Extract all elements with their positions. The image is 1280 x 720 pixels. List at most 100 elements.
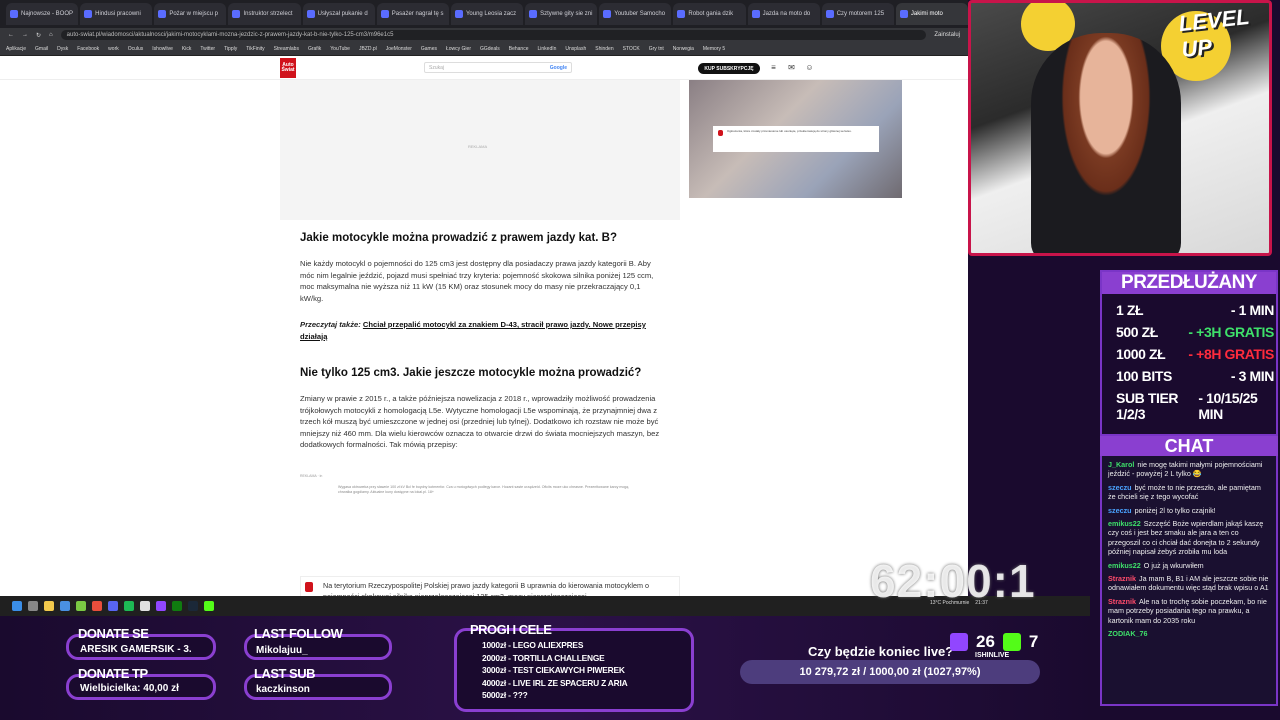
bookmark-item[interactable]: Dysk bbox=[57, 46, 68, 52]
chat-message: J_Karol nie mogę takimi małymi pojemności… bbox=[1108, 460, 1270, 479]
bookmark-item[interactable]: STOCK bbox=[623, 46, 640, 52]
bookmark-item[interactable]: Facebook bbox=[77, 46, 99, 52]
bookmark-item[interactable]: Streamlabs bbox=[274, 46, 299, 52]
bookmark-item[interactable]: Unsplash bbox=[565, 46, 586, 52]
bookmark-item[interactable]: Grafik bbox=[308, 46, 321, 52]
video-note: Ogłoszenia, które zostały przeniesione l… bbox=[713, 126, 879, 152]
chat-username[interactable]: szeczu bbox=[1108, 483, 1132, 492]
bookmark-item[interactable]: Aplikacje bbox=[6, 46, 26, 52]
user-icon[interactable]: ☺ bbox=[805, 63, 814, 72]
subscribe-button[interactable]: KUP SUBSKRYPCJĘ bbox=[698, 63, 760, 74]
chat-message: ZODIAK_76 bbox=[1108, 629, 1270, 638]
channel-name: ISHINLIVE bbox=[975, 652, 1010, 659]
search-icon[interactable] bbox=[28, 601, 38, 611]
chat-username[interactable]: Straznik bbox=[1108, 597, 1136, 606]
browser-tab[interactable]: Pasażer nagrał tę s bbox=[376, 3, 449, 25]
tab-title: Pożar w miejscu p bbox=[169, 11, 218, 17]
app-icon[interactable] bbox=[60, 601, 70, 611]
app-icon[interactable] bbox=[92, 601, 102, 611]
read-also: Przeczytaj także: Chciał przepalić motoc… bbox=[300, 319, 660, 342]
browser-tab[interactable]: Jazda na moto do bbox=[747, 3, 820, 25]
read-also-label: Przeczytaj także: bbox=[300, 320, 361, 329]
app-icon[interactable] bbox=[76, 601, 86, 611]
search-input[interactable]: Szukaj Google bbox=[424, 62, 572, 73]
browser-tab[interactable]: Hindusi pracowni bbox=[80, 3, 153, 25]
browser-tab[interactable]: Robot gania dzik bbox=[673, 3, 746, 25]
browser-tab[interactable]: Najnowsze - BOOP bbox=[6, 3, 79, 25]
bookmark-item[interactable]: Oculus bbox=[128, 46, 144, 52]
tab-title: Jazda na moto do bbox=[762, 11, 811, 17]
bookmark-item[interactable]: Kick bbox=[182, 46, 191, 52]
reload-icon[interactable]: ↻ bbox=[36, 32, 41, 39]
kick-icon[interactable] bbox=[204, 601, 214, 611]
bookmark-item[interactable]: TikFinity bbox=[246, 46, 264, 52]
chat-username[interactable]: Straznik bbox=[1108, 574, 1136, 583]
bookmark-item[interactable]: Łowcy Gier bbox=[446, 46, 471, 52]
bookmark-item[interactable]: Memory 5 bbox=[703, 46, 725, 52]
goals-title: PROGI I CELE bbox=[470, 622, 552, 637]
tab-favicon-icon bbox=[306, 10, 315, 18]
chat-username[interactable]: emikus22 bbox=[1108, 561, 1141, 570]
back-icon[interactable]: ← bbox=[8, 32, 14, 38]
chat-username[interactable]: szeczu bbox=[1108, 506, 1132, 515]
forward-icon[interactable]: → bbox=[22, 32, 28, 38]
bookmark-item[interactable]: Norwegia bbox=[673, 46, 694, 52]
bookmark-item[interactable]: Shinden bbox=[595, 46, 613, 52]
bookmark-item[interactable]: Behance bbox=[509, 46, 529, 52]
article-heading-1: Jakie motocykle można prowadzić z prawem… bbox=[300, 232, 617, 244]
mail-icon[interactable]: ✉ bbox=[787, 63, 796, 72]
video-thumbnail[interactable]: Ogłoszenia, które zostały przeniesione l… bbox=[689, 80, 902, 198]
bookmark-item[interactable]: Games bbox=[421, 46, 437, 52]
chat-message: Straznik Ale na to trochę sobie poczekam,… bbox=[1108, 597, 1270, 625]
bookmark-item[interactable]: Ishowlive bbox=[152, 46, 173, 52]
bookmark-item[interactable]: Gry tnt bbox=[649, 46, 664, 52]
menu-icon[interactable]: ≡ bbox=[769, 63, 778, 72]
tab-favicon-icon bbox=[84, 10, 93, 18]
goal-item: 2000zł - TORTILLA CHALLENGE bbox=[482, 652, 605, 663]
install-button[interactable]: Zainstaluj bbox=[934, 32, 960, 38]
bookmark-item[interactable]: work bbox=[108, 46, 119, 52]
browser-tab[interactable]: Jakimi moto bbox=[895, 3, 969, 25]
bookmark-item[interactable]: GGdeals bbox=[480, 46, 500, 52]
bookmark-item[interactable]: JBZD.pl bbox=[359, 46, 377, 52]
site-logo[interactable]: Auto Świat bbox=[280, 58, 296, 78]
goal-item: 1000zł - LEGO ALIEXPRES bbox=[482, 640, 584, 650]
bookmark-item[interactable]: LinkedIn bbox=[537, 46, 556, 52]
goal-item: 4000zł - LIVE IRL ZE SPACERU Z ARIA bbox=[482, 677, 628, 688]
twitch-icon bbox=[950, 633, 968, 651]
pricing-key: 1 ZŁ bbox=[1116, 302, 1144, 318]
inline-ad-caption: Wygasa oktroweka przy sławnie 100 zł kV … bbox=[338, 485, 629, 494]
browser-tab[interactable]: Young Leosia zacz bbox=[450, 3, 524, 25]
chrome-icon[interactable] bbox=[140, 601, 150, 611]
browser-tab[interactable]: Usłyszał pukanie d bbox=[302, 3, 375, 25]
windows-start-icon[interactable] bbox=[12, 601, 22, 611]
browser-tab[interactable]: Pożar w miejscu p bbox=[154, 3, 227, 25]
url-field[interactable]: auto-swiat.pl/wiadomosci/aktualnosci/jak… bbox=[60, 30, 927, 40]
home-icon[interactable]: ⌂ bbox=[49, 32, 53, 38]
chat-username[interactable]: ZODIAK_76 bbox=[1108, 629, 1148, 638]
chat-username[interactable]: emikus22 bbox=[1108, 519, 1141, 528]
steam-icon[interactable] bbox=[188, 601, 198, 611]
pricing-row: SUB TIER 1/2/3 - 10/15/25 MIN bbox=[1116, 390, 1274, 422]
chat-username[interactable]: J_Karol bbox=[1108, 460, 1134, 469]
chat-message: szeczu być może to nie przeszło, ale pami… bbox=[1108, 483, 1270, 502]
twitch-icon[interactable] bbox=[156, 601, 166, 611]
explorer-icon[interactable] bbox=[44, 601, 54, 611]
browser-tab[interactable]: Sztywne gity sie zni bbox=[525, 3, 598, 25]
article-heading-2: Nie tylko 125 cm3. Jakie jeszcze motocyk… bbox=[300, 367, 642, 379]
xbox-icon[interactable] bbox=[172, 601, 182, 611]
browser-tab[interactable]: Czy motorem 125 bbox=[821, 3, 894, 25]
tab-title: Robot gania dzik bbox=[688, 11, 734, 17]
bookmark-item[interactable]: YouTube bbox=[330, 46, 350, 52]
bookmark-item[interactable]: Gmail bbox=[35, 46, 48, 52]
spotify-icon[interactable] bbox=[124, 601, 134, 611]
bookmark-item[interactable]: Tipply bbox=[224, 46, 237, 52]
tab-favicon-icon bbox=[10, 10, 18, 18]
browser-tab[interactable]: Youtuber Samocho bbox=[599, 3, 672, 25]
bookmark-item[interactable]: JoeMonster bbox=[386, 46, 412, 52]
discord-icon[interactable] bbox=[108, 601, 118, 611]
pricing-key: SUB TIER 1/2/3 bbox=[1116, 390, 1179, 422]
bookmark-item[interactable]: Twitter bbox=[200, 46, 215, 52]
browser-tab[interactable]: Instruktor strzelect bbox=[228, 3, 301, 25]
law-box: Na terytorium Rzeczypospolitej Polskiej … bbox=[300, 576, 680, 596]
